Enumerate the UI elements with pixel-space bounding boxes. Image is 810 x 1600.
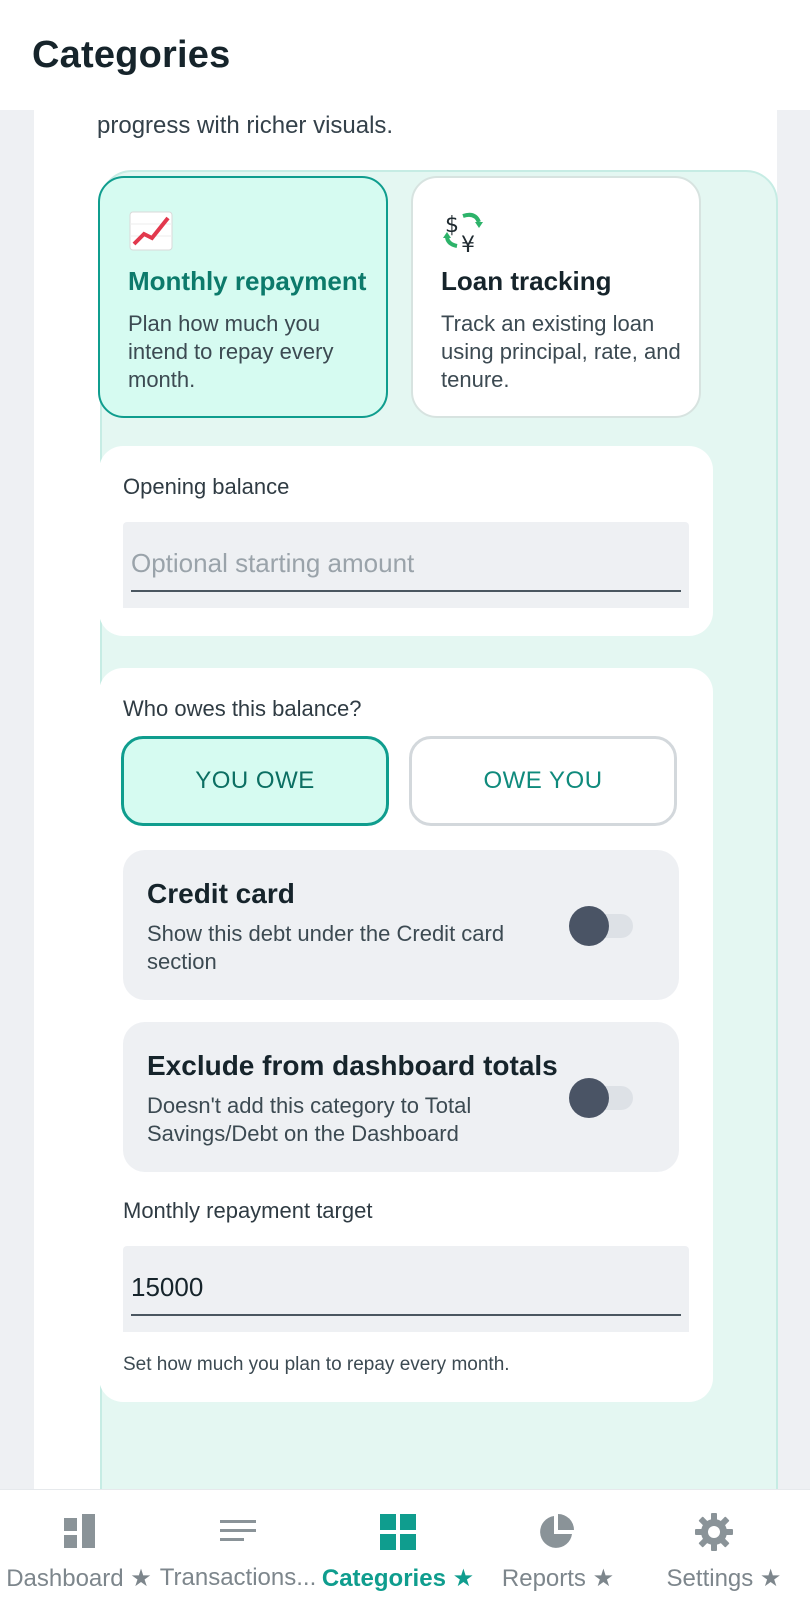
exclude-totals-option: Exclude from dashboard totals Doesn't ad… (123, 1022, 679, 1172)
dashboard-icon (64, 1514, 95, 1548)
opening-balance-label: Opening balance (123, 474, 290, 499)
repayment-target-helper: Set how much you plan to repay every mon… (123, 1354, 510, 1375)
owes-question-label: Who owes this balance? (123, 696, 362, 721)
reports-icon (540, 1514, 574, 1548)
credit-card-toggle[interactable] (569, 906, 633, 946)
toggle-thumb (569, 1078, 609, 1118)
opening-balance-placeholder: Optional starting amount (131, 548, 415, 578)
mode-description: Plan how much you intend to repay every … (128, 311, 334, 392)
debt-options-panel: Who owes this balance? YOU OWE OWE YOU C… (99, 668, 713, 1402)
nav-transactions[interactable]: Transactions... (158, 1490, 318, 1600)
opening-balance-input[interactable]: Optional starting amount (123, 522, 689, 608)
you-owe-button[interactable]: YOU OWE (121, 736, 389, 826)
credit-card-description: Show this debt under the Credit card sec… (147, 921, 505, 974)
page-title: Categories (32, 34, 231, 76)
nav-label: Reports ★ (501, 1565, 615, 1592)
intro-text: progress with richer visuals. (97, 112, 394, 139)
exclude-totals-title: Exclude from dashboard totals (147, 1050, 558, 1081)
nav-label: Settings ★ (666, 1565, 782, 1592)
chart-up-icon (129, 211, 173, 251)
nav-reports[interactable]: Reports ★ (478, 1490, 638, 1600)
input-underline (131, 1314, 681, 1316)
opening-balance-panel: Opening balance Optional starting amount (99, 446, 713, 636)
repayment-target-label: Monthly repayment target (123, 1198, 373, 1223)
bottom-navigation: Dashboard ★ Transactions... Categories ★… (0, 1490, 810, 1600)
exclude-totals-toggle[interactable] (569, 1078, 633, 1118)
nav-settings[interactable]: Settings ★ (638, 1490, 810, 1600)
repayment-target-input[interactable]: 15000 (123, 1246, 689, 1332)
owe-you-button[interactable]: OWE YOU (409, 736, 677, 826)
mode-monthly-repayment[interactable]: Monthly repayment Plan how much you inte… (98, 176, 388, 418)
toggle-thumb (569, 906, 609, 946)
nav-label: Dashboard ★ (6, 1565, 152, 1592)
mode-loan-tracking[interactable]: $ ¥ Loan tracking Track an existing loan… (411, 176, 701, 418)
settings-icon (695, 1513, 733, 1551)
svg-text:¥: ¥ (461, 233, 475, 256)
app-bar: Categories (0, 0, 810, 110)
nav-label: Transactions... (159, 1564, 317, 1591)
exclude-totals-description: Doesn't add this category to Total Savin… (147, 1093, 472, 1146)
credit-card-option: Credit card Show this debt under the Cre… (123, 850, 679, 1000)
nav-dashboard[interactable]: Dashboard ★ (0, 1490, 158, 1600)
currency-exchange-icon: $ ¥ (443, 212, 483, 256)
transactions-icon (220, 1520, 256, 1541)
mode-title: Loan tracking (441, 266, 612, 296)
categories-icon (380, 1514, 416, 1550)
mode-description: Track an existing loan using principal, … (441, 311, 681, 392)
mode-title: Monthly repayment (128, 266, 367, 296)
repayment-target-value: 15000 (131, 1272, 204, 1302)
nav-categories[interactable]: Categories ★ (318, 1490, 478, 1600)
nav-label: Categories ★ (321, 1565, 475, 1592)
credit-card-title: Credit card (147, 878, 295, 909)
input-underline (131, 590, 681, 592)
